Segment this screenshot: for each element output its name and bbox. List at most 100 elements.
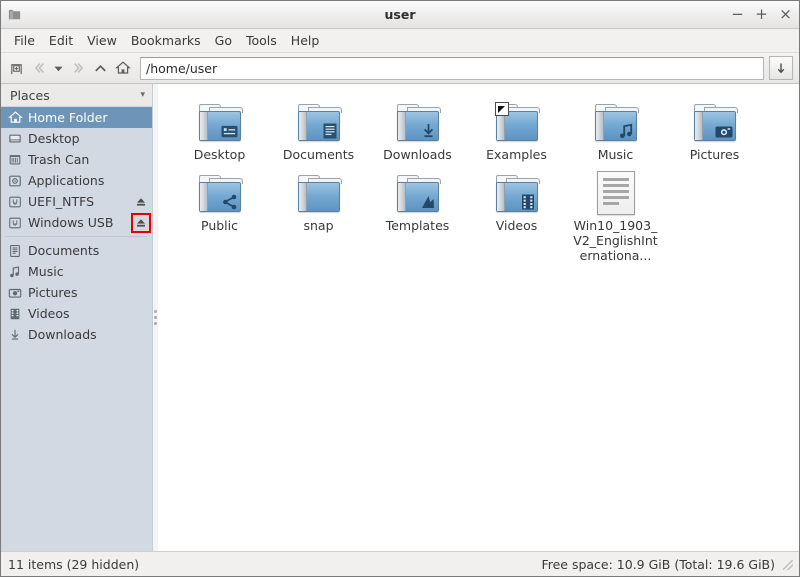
maximize-button[interactable]: + <box>755 7 768 23</box>
folder-icon <box>293 96 345 144</box>
sidebar-item-videos[interactable]: Videos <box>1 303 152 324</box>
file-list-view[interactable]: Desktop <box>158 84 799 551</box>
sidebar-item-label: Pictures <box>28 285 148 300</box>
file-item-templates[interactable]: Templates <box>368 164 467 265</box>
folder-icon <box>689 96 741 144</box>
download-emblem <box>421 123 436 139</box>
menu-bookmarks[interactable]: Bookmarks <box>124 31 208 50</box>
file-item-snap[interactable]: snap <box>269 164 368 265</box>
folder-icon <box>392 167 444 215</box>
folder-icon <box>194 96 246 144</box>
file-item-public[interactable]: Public <box>170 164 269 265</box>
menu-tools[interactable]: Tools <box>239 31 284 50</box>
sidebar-item-uefi-ntfs[interactable]: UEFI_NTFS <box>1 191 152 212</box>
file-item-win10-iso[interactable]: Win10_1903_V2_EnglishInternationa... <box>566 164 665 265</box>
toolbar: /home/user <box>1 53 799 84</box>
free-space-label: Free space: 10.9 GiB (Total: 19.6 GiB) <box>541 557 775 572</box>
menu-help[interactable]: Help <box>284 31 327 50</box>
file-item-documents[interactable]: Documents <box>269 93 368 164</box>
file-item-pictures[interactable]: Pictures <box>665 93 764 164</box>
new-tab-button[interactable] <box>6 56 27 80</box>
file-manager-window: user − + × File Edit View Bookmarks Go T… <box>0 0 800 577</box>
file-item-label: Documents <box>283 147 354 162</box>
file-item-downloads[interactable]: Downloads <box>368 93 467 164</box>
item-count-label: 11 items (29 hidden) <box>8 557 139 572</box>
window-title: user <box>1 7 799 22</box>
documents-icon <box>7 243 23 259</box>
symlink-emblem <box>495 102 509 116</box>
file-item-videos[interactable]: Videos <box>467 164 566 265</box>
file-item-label: Music <box>598 147 634 162</box>
file-item-label: Downloads <box>383 147 452 162</box>
sidebar-item-label: Applications <box>28 173 148 188</box>
eject-button-windows-usb[interactable] <box>134 216 148 230</box>
menu-go[interactable]: Go <box>208 31 239 50</box>
share-emblem <box>222 194 238 210</box>
file-item-label: Public <box>201 218 238 233</box>
sidebar-item-music[interactable]: Music <box>1 261 152 282</box>
sidebar-item-label: Downloads <box>28 327 148 342</box>
history-dropdown-button[interactable] <box>50 56 67 80</box>
file-item-label: Templates <box>386 218 450 233</box>
file-item-label: Pictures <box>690 147 740 162</box>
sidebar-item-downloads[interactable]: Downloads <box>1 324 152 345</box>
close-button[interactable]: × <box>779 7 792 23</box>
back-button[interactable] <box>28 56 49 80</box>
file-item-music[interactable]: Music <box>566 93 665 164</box>
sidebar-item-pictures[interactable]: Pictures <box>1 282 152 303</box>
home-button[interactable] <box>112 56 133 80</box>
camera-emblem <box>715 125 733 139</box>
home-icon <box>7 110 23 126</box>
file-item-examples[interactable]: Examples <box>467 93 566 164</box>
resize-grip-icon[interactable] <box>781 558 793 570</box>
file-item-label: Win10_1903_V2_EnglishInternationa... <box>570 218 662 263</box>
sidebar-item-windows-usb[interactable]: Windows USB <box>1 212 152 233</box>
window-controls: − + × <box>731 1 792 28</box>
sidebar-item-applications[interactable]: Applications <box>1 170 152 191</box>
folder-icon <box>590 96 642 144</box>
folder-icon <box>194 167 246 215</box>
file-item-label: Examples <box>486 147 547 162</box>
menu-edit[interactable]: Edit <box>42 31 80 50</box>
sidebar-item-label: Music <box>28 264 148 279</box>
sidebar-item-documents[interactable]: Documents <box>1 240 152 261</box>
places-sidebar: Places ▾ Home Folder <box>1 84 153 551</box>
file-item-label: Desktop <box>194 147 246 162</box>
sidebar-item-label: Documents <box>28 243 148 258</box>
folder-icon <box>392 96 444 144</box>
file-item-label: Videos <box>496 218 538 233</box>
file-item-label: snap <box>303 218 333 233</box>
document-emblem <box>323 123 337 139</box>
sidebar-item-label: Videos <box>28 306 148 321</box>
menu-file[interactable]: File <box>7 31 42 50</box>
title-bar: user − + × <box>1 1 799 29</box>
menu-view[interactable]: View <box>80 31 124 50</box>
trash-icon <box>7 152 23 168</box>
desktop-icon <box>7 131 23 147</box>
folder-icon <box>293 167 345 215</box>
sidebar-item-trash-can[interactable]: Trash Can <box>1 149 152 170</box>
music-note-icon <box>7 264 23 280</box>
sidebar-item-desktop[interactable]: Desktop <box>1 128 152 149</box>
drive-icon <box>7 194 23 210</box>
path-input[interactable]: /home/user <box>140 57 764 80</box>
minimize-button[interactable]: − <box>731 7 744 23</box>
path-dropdown-button[interactable] <box>769 56 793 80</box>
sidebar-item-home-folder[interactable]: Home Folder <box>1 107 152 128</box>
forward-button[interactable] <box>68 56 89 80</box>
file-item-desktop[interactable]: Desktop <box>170 93 269 164</box>
camera-icon <box>7 285 23 301</box>
download-arrow-icon <box>7 327 23 343</box>
sidebar-item-label: Windows USB <box>28 215 129 230</box>
eject-button-uefi-ntfs[interactable] <box>134 195 148 209</box>
folder-icon <box>491 96 543 144</box>
chevron-down-icon[interactable]: ▾ <box>140 90 145 100</box>
main-area: Places ▾ Home Folder <box>1 84 799 551</box>
film-icon <box>7 306 23 322</box>
sidebar-item-label: UEFI_NTFS <box>28 194 129 209</box>
window-folder-icon <box>1 7 27 22</box>
up-button[interactable] <box>90 56 111 80</box>
template-emblem <box>420 194 436 210</box>
status-bar: 11 items (29 hidden) Free space: 10.9 Gi… <box>1 551 799 576</box>
places-header[interactable]: Places ▾ <box>1 84 152 107</box>
